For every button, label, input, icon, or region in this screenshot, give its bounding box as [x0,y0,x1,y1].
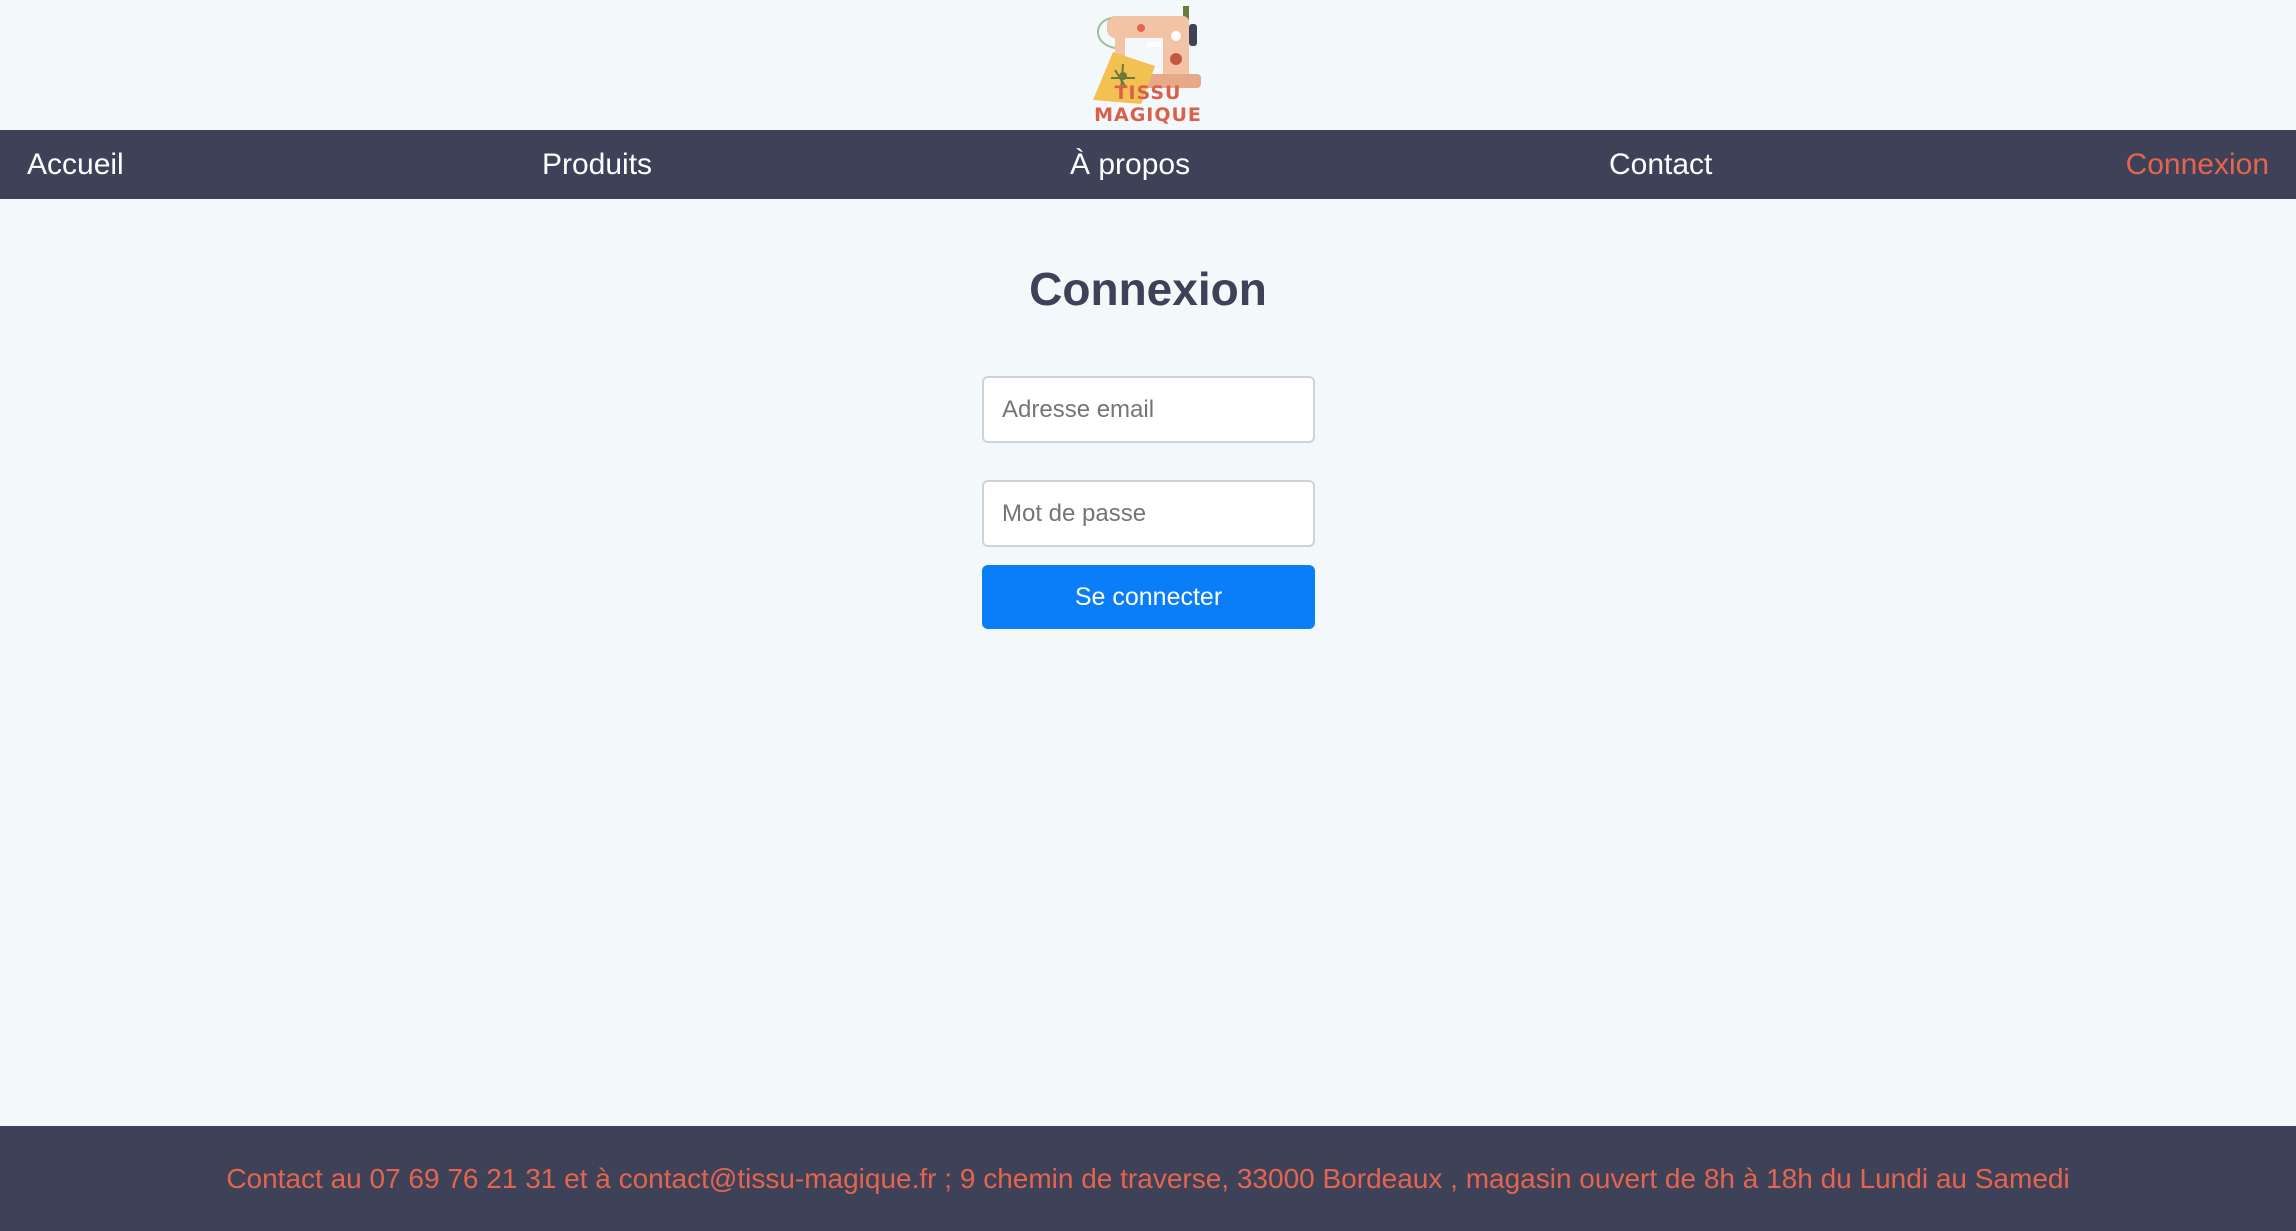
nav-link-a-propos[interactable]: À propos [1070,130,1190,199]
logo[interactable]: TISSU MAGIQUE [1063,4,1233,128]
nav-link-contact[interactable]: Contact [1609,130,1712,199]
logo-text: TISSU MAGIQUE [1094,82,1202,126]
password-field[interactable] [982,480,1315,547]
login-button[interactable]: Se connecter [982,565,1315,629]
logo-container: TISSU MAGIQUE [0,0,2296,130]
email-field[interactable] [982,376,1315,443]
main-navbar: Accueil Produits À propos Contact Connex… [0,130,2296,199]
page-title: Connexion [1029,263,1267,315]
nav-link-accueil[interactable]: Accueil [27,130,124,199]
nav-link-connexion[interactable]: Connexion [2126,130,2269,199]
footer-contact-text: Contact au 07 69 76 21 31 et à contact@t… [226,1163,2070,1194]
nav-link-produits[interactable]: Produits [542,130,652,199]
footer: Contact au 07 69 76 21 31 et à contact@t… [0,1126,2296,1231]
